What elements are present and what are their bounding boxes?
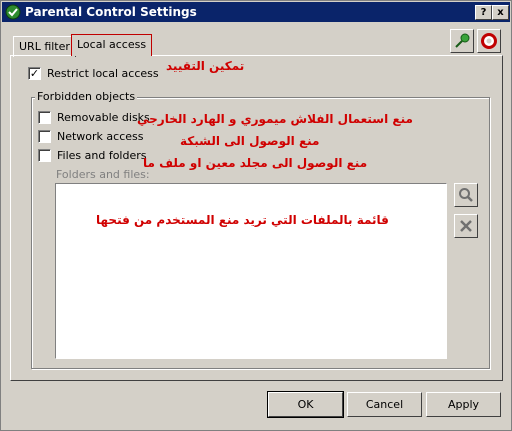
lifebuoy-icon (481, 33, 497, 49)
apply-button[interactable]: Apply (426, 392, 501, 417)
restrict-checkbox-box[interactable]: ✓ (28, 67, 41, 80)
cancel-button[interactable]: Cancel (347, 392, 422, 417)
files-and-folders-checkbox[interactable]: Files and folders (38, 149, 147, 162)
removable-disks-checkbox[interactable]: Removable disks (38, 111, 150, 124)
tab-url-filter[interactable]: URL filter (13, 36, 76, 57)
remove-button[interactable] (454, 214, 478, 238)
help-button[interactable]: ? (475, 5, 492, 20)
files-checkbox-box[interactable] (38, 149, 51, 162)
annotation-network: منع الوصول الى الشبكة (180, 134, 320, 148)
window-title: Parental Control Settings (25, 5, 197, 19)
annotation-files: منع الوصول الى مجلد معين او ملف ما (143, 156, 368, 170)
remove-x-icon (460, 220, 472, 232)
ok-button[interactable]: OK (267, 391, 344, 418)
annotation-restrict: تمكين التقييد (166, 59, 245, 73)
key-icon (455, 33, 470, 48)
annotation-removable: منع استعمال الفلاش ميموري و الهارد الخار… (137, 112, 413, 126)
tab-local-access[interactable]: Local access (71, 34, 153, 56)
folders-files-list[interactable] (55, 183, 447, 359)
key-button[interactable] (450, 29, 474, 53)
dialog-window: Parental Control Settings ? x URL filter… (0, 0, 512, 431)
app-shield-icon (5, 4, 21, 20)
folders-files-label: Folders and files: (56, 168, 150, 181)
removable-checkbox-box[interactable] (38, 111, 51, 124)
help-lifebuoy-button[interactable] (477, 29, 501, 53)
files-label: Files and folders (57, 149, 147, 162)
restrict-label: Restrict local access (47, 67, 159, 80)
forbidden-objects-label: Forbidden objects (35, 90, 138, 103)
network-label: Network access (57, 130, 144, 143)
title-bar: Parental Control Settings ? x (2, 2, 510, 22)
removable-label: Removable disks (57, 111, 150, 124)
close-button[interactable]: x (492, 5, 509, 20)
browse-button[interactable] (454, 183, 478, 207)
network-access-checkbox[interactable]: Network access (38, 130, 144, 143)
restrict-local-access-checkbox[interactable]: ✓ Restrict local access (28, 67, 159, 80)
magnifier-icon (459, 188, 473, 202)
annotation-list: قائمة بالملفات التي تريد منع المستخدم من… (96, 213, 389, 227)
network-checkbox-box[interactable] (38, 130, 51, 143)
